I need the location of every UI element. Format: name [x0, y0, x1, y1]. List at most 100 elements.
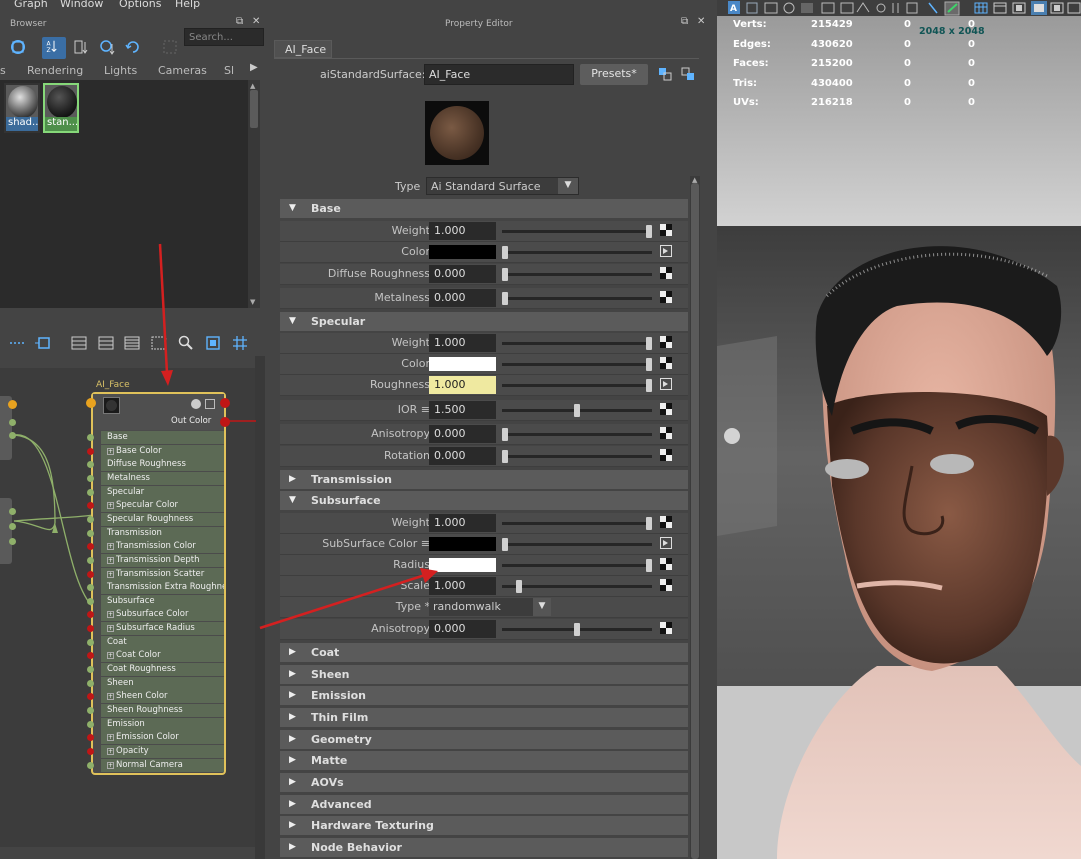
attribute-slider[interactable] — [502, 268, 652, 281]
swatch-standard-surface[interactable]: stan... — [43, 83, 79, 133]
attribute-slider[interactable] — [502, 517, 652, 530]
node-input-port[interactable] — [87, 625, 94, 633]
slider-handle[interactable] — [502, 292, 508, 305]
node-attribute-row[interactable]: Coat Roughness — [101, 663, 224, 677]
menu-graph[interactable]: Graph — [14, 0, 48, 10]
attribute-value-field[interactable]: 0.000 — [429, 620, 496, 638]
float-panel-icon[interactable]: ⧉ — [236, 16, 243, 27]
menu-window[interactable]: Window — [60, 0, 103, 10]
grid-icon[interactable] — [231, 334, 249, 352]
slider-handle[interactable] — [574, 404, 580, 417]
map-button-icon[interactable] — [660, 516, 672, 528]
browser-scrollbar[interactable]: ▲ ▼ — [248, 80, 260, 308]
node-input-port[interactable] — [87, 597, 94, 605]
show-input-icon[interactable] — [658, 67, 672, 81]
shader-node-ai-face[interactable]: Out Color Base + Base Color Diffuse Roughne… — [86, 392, 230, 775]
presets-button[interactable]: Presets* — [580, 64, 648, 85]
node-attribute-row[interactable]: Base — [101, 431, 224, 444]
node-attribute-row[interactable]: Transmission — [101, 526, 224, 540]
node-input-port[interactable] — [87, 474, 94, 482]
graph-input-output-icon[interactable] — [8, 334, 26, 352]
slider-handle[interactable] — [574, 623, 580, 636]
node-input-port[interactable] — [87, 707, 94, 714]
map-button-icon[interactable] — [660, 357, 672, 369]
node-attribute-row[interactable]: Coat — [101, 635, 224, 649]
scroll-up-icon[interactable]: ▲ — [692, 176, 697, 184]
node-attribute-row[interactable]: Emission — [101, 717, 224, 731]
layout-simple-icon[interactable] — [70, 334, 88, 352]
node-attribute-row[interactable]: + Specular Color — [101, 499, 224, 513]
node-attribute-row[interactable]: Sheen Roughness — [101, 704, 224, 717]
node-input-port[interactable] — [87, 693, 94, 701]
attribute-slider[interactable] — [502, 379, 652, 392]
map-button-icon[interactable] — [660, 291, 672, 303]
node-attribute-row[interactable]: + Transmission Color — [101, 540, 224, 554]
node-input-port[interactable] — [87, 761, 94, 769]
browser-search-input[interactable]: Search... — [184, 28, 264, 46]
node-attribute-row[interactable]: + Coat Color — [101, 649, 224, 663]
node-attribute-row[interactable]: Specular — [101, 485, 224, 499]
map-button-icon[interactable] — [660, 403, 672, 415]
node-input-port[interactable] — [87, 556, 94, 564]
attribute-slider[interactable] — [502, 428, 652, 441]
section-hardware-texturing[interactable]: ▶ Hardware Texturing — [280, 816, 688, 835]
attribute-value-field[interactable]: 1.000 — [429, 376, 496, 394]
node-input-port[interactable] — [87, 570, 94, 578]
attribute-slider[interactable] — [502, 559, 652, 572]
node-input-port[interactable] — [87, 652, 94, 660]
node-attribute-row[interactable]: + Normal Camera — [101, 758, 224, 772]
node-attribute-row[interactable]: Specular Roughness — [101, 512, 224, 526]
close-panel-icon[interactable]: ✕ — [697, 16, 705, 27]
tab-more[interactable]: Sl — [224, 62, 234, 79]
color-swatch[interactable] — [429, 245, 496, 259]
attribute-slider[interactable] — [502, 337, 652, 350]
node-attribute-row[interactable]: + Opacity — [101, 744, 224, 758]
node-input-port[interactable] — [87, 502, 94, 510]
attribute-value-field[interactable]: 0.000 — [429, 265, 496, 283]
slider-handle[interactable] — [646, 358, 652, 371]
node-input-port[interactable] — [87, 638, 94, 646]
sort-type-icon[interactable] — [72, 38, 90, 56]
render-icon[interactable] — [9, 38, 27, 56]
node-name-field[interactable]: AI_Face — [424, 64, 574, 85]
attribute-value-field[interactable]: 1.000 — [429, 222, 496, 240]
expand-plus-icon[interactable]: + — [107, 625, 114, 633]
map-button-icon[interactable] — [660, 224, 672, 236]
expand-plus-icon[interactable]: + — [107, 502, 114, 510]
section-matte[interactable]: ▶ Matte — [280, 751, 688, 770]
map-button-icon[interactable] — [660, 579, 672, 591]
attribute-slider[interactable] — [502, 358, 652, 371]
refresh-icon[interactable] — [124, 38, 142, 56]
swatch-shader[interactable]: shad... — [4, 83, 40, 133]
map-button-icon[interactable] — [660, 622, 672, 634]
attribute-value-field[interactable]: 1.000 — [429, 514, 496, 532]
attribute-value-field[interactable]: 0.000 — [429, 425, 496, 443]
node-output-port[interactable] — [220, 398, 230, 408]
section-emission[interactable]: ▶ Emission — [280, 686, 688, 705]
tab-lights[interactable]: Lights — [104, 62, 137, 79]
slider-handle[interactable] — [502, 246, 508, 259]
color-swatch[interactable] — [429, 558, 496, 572]
node-input-port[interactable] — [87, 529, 94, 537]
slider-handle[interactable] — [502, 268, 508, 281]
slider-handle[interactable] — [646, 517, 652, 530]
node-input-port[interactable] — [87, 447, 94, 455]
color-swatch[interactable] — [429, 357, 496, 371]
section-advanced[interactable]: ▶ Advanced — [280, 795, 688, 814]
map-button-icon[interactable] — [660, 336, 672, 348]
expand-plus-icon[interactable]: + — [107, 556, 114, 564]
slider-handle[interactable] — [502, 428, 508, 441]
slider-handle[interactable] — [646, 379, 652, 392]
expand-plus-icon[interactable]: + — [107, 734, 114, 742]
node-input-port[interactable] — [87, 734, 94, 742]
attribute-value-field[interactable]: 0.000 — [429, 289, 496, 307]
frame-selection-icon[interactable] — [204, 334, 222, 352]
float-panel-icon[interactable]: ⧉ — [681, 16, 688, 27]
menu-options[interactable]: Options — [119, 0, 161, 10]
layout-custom-icon[interactable] — [150, 334, 168, 352]
attribute-slider[interactable] — [502, 225, 652, 238]
slider-handle[interactable] — [646, 559, 652, 572]
slider-handle[interactable] — [646, 337, 652, 350]
attribute-slider[interactable] — [502, 623, 652, 636]
tab-ai-face[interactable]: AI_Face — [274, 40, 332, 58]
